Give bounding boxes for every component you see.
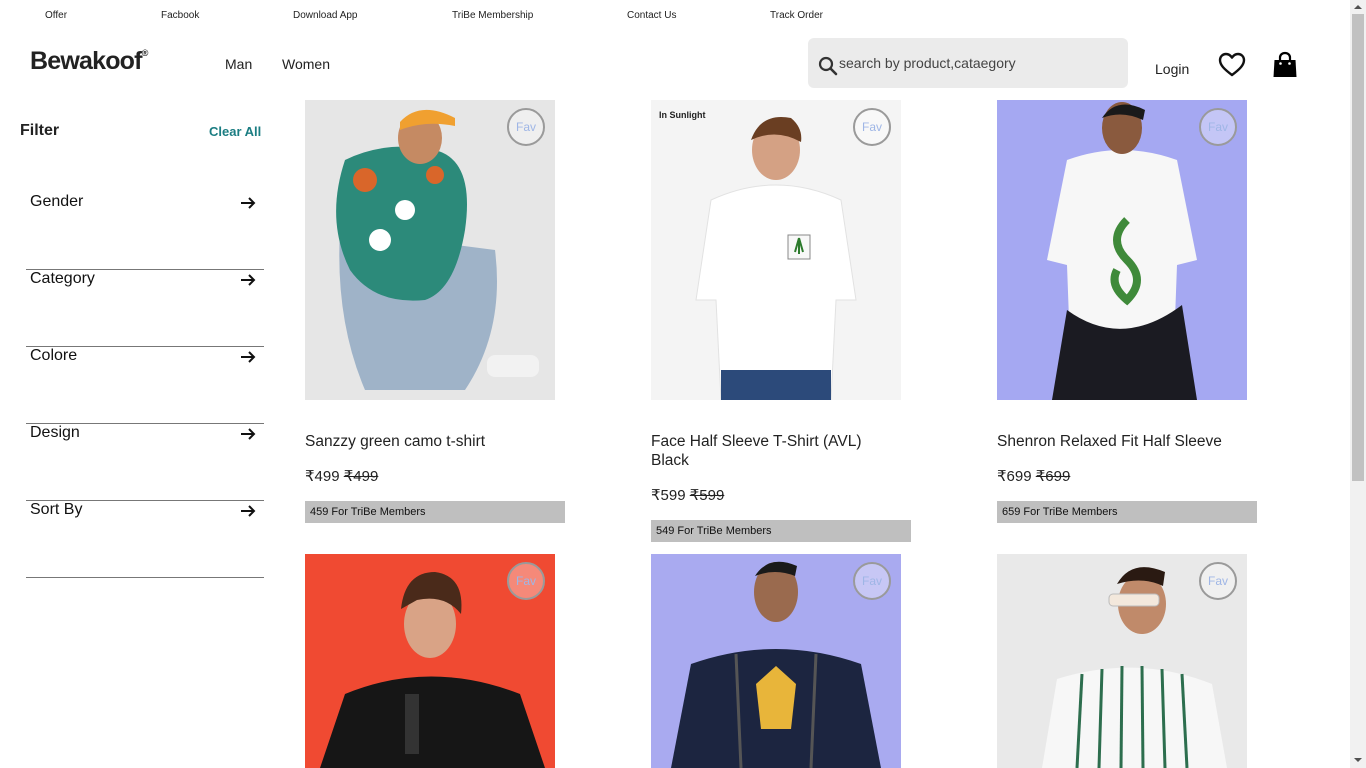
fav-button[interactable]: Fav	[1199, 108, 1237, 146]
filter-gender[interactable]: Gender	[26, 193, 264, 270]
tribe-price-badge: 459 For TriBe Members	[305, 501, 565, 523]
arrow-right-icon	[241, 197, 256, 209]
scroll-down-arrow-icon[interactable]	[1354, 758, 1362, 762]
product-image[interactable]: Fav	[997, 554, 1247, 768]
heart-icon	[1218, 52, 1246, 77]
product-photo	[651, 100, 901, 400]
mrp-price: ₹599	[689, 487, 725, 504]
arrow-right-icon	[241, 351, 256, 363]
product-price: ₹499 ₹499	[305, 467, 378, 485]
product-image[interactable]: Fav	[997, 100, 1247, 400]
top-link-contact-us[interactable]: Contact Us	[627, 10, 676, 21]
login-link[interactable]: Login	[1155, 61, 1189, 77]
brand-logo[interactable]: Bewakoof®	[30, 47, 148, 76]
filter-design[interactable]: Design	[26, 424, 264, 501]
nav-men[interactable]: Man	[225, 56, 252, 72]
fav-button[interactable]: Fav	[507, 108, 545, 146]
product-name[interactable]: Shenron Relaxed Fit Half Sleeve	[997, 432, 1237, 451]
product-image[interactable]: Fav	[651, 554, 901, 768]
product-name[interactable]: Face Half Sleeve T-Shirt (AVL) Black	[651, 432, 891, 470]
cart-button[interactable]	[1272, 51, 1298, 84]
product-badge: In Sunlight	[659, 110, 706, 120]
scrollbar-thumb[interactable]	[1352, 14, 1364, 481]
sale-price: ₹599	[651, 487, 686, 504]
product-price: ₹599 ₹599	[651, 486, 724, 504]
arrow-right-icon	[241, 274, 256, 286]
clear-all-button[interactable]: Clear All	[209, 124, 261, 139]
filter-color[interactable]: Colore	[26, 347, 264, 424]
top-link-facebook[interactable]: Facbook	[161, 10, 199, 21]
tribe-price-badge: 549 For TriBe Members	[651, 520, 911, 542]
filter-label: Design	[30, 424, 80, 441]
mrp-price: ₹699	[1035, 468, 1071, 485]
filter-label: Gender	[30, 193, 84, 210]
fav-button[interactable]: Fav	[853, 562, 891, 600]
arrow-right-icon	[241, 428, 256, 440]
search-box[interactable]	[808, 38, 1128, 88]
arrow-right-icon	[241, 505, 256, 517]
top-link-track-order[interactable]: Track Order	[770, 10, 823, 21]
brand-logo-text: Bewakoof	[30, 47, 142, 75]
filter-label: Colore	[30, 347, 78, 364]
filter-label: Sort By	[30, 501, 83, 518]
filter-sort-by[interactable]: Sort By	[26, 501, 264, 578]
mrp-price: ₹499	[343, 468, 379, 485]
product-image[interactable]: Fav	[305, 554, 555, 768]
registered-mark: ®	[141, 47, 149, 58]
fav-button[interactable]: Fav	[507, 562, 545, 600]
scroll-up-arrow-icon[interactable]	[1354, 5, 1362, 9]
product-price: ₹699 ₹699	[997, 467, 1070, 485]
product-image[interactable]: Fav	[305, 100, 555, 400]
top-link-tribe-membership[interactable]: TriBe Membership	[452, 10, 533, 21]
sale-price: ₹699	[997, 468, 1032, 485]
nav-women[interactable]: Women	[282, 56, 330, 72]
search-icon	[818, 56, 838, 76]
sale-price: ₹499	[305, 468, 340, 485]
top-link-download-app[interactable]: Download App	[293, 10, 358, 21]
top-utility-bar: Offer Facbook Download App TriBe Members…	[0, 0, 1350, 30]
wishlist-button[interactable]	[1218, 52, 1246, 83]
shopping-bag-icon	[1273, 51, 1297, 77]
fav-button[interactable]: Fav	[1199, 562, 1237, 600]
product-photo	[997, 100, 1247, 400]
tribe-price-badge: 659 For TriBe Members	[997, 501, 1257, 523]
filter-label: Category	[30, 270, 95, 287]
filter-title: Filter	[20, 122, 60, 139]
product-name[interactable]: Sanzzy green camo t-shirt	[305, 432, 545, 451]
search-input[interactable]	[839, 50, 1119, 76]
filter-category[interactable]: Category	[26, 270, 264, 347]
product-photo	[305, 100, 555, 400]
page-scrollbar[interactable]	[1350, 0, 1366, 768]
top-link-offer[interactable]: Offer	[45, 10, 67, 21]
product-image[interactable]: In Sunlight Fav	[651, 100, 901, 400]
fav-button[interactable]: Fav	[853, 108, 891, 146]
site-header: Bewakoof® Man Women Login	[0, 30, 1350, 98]
